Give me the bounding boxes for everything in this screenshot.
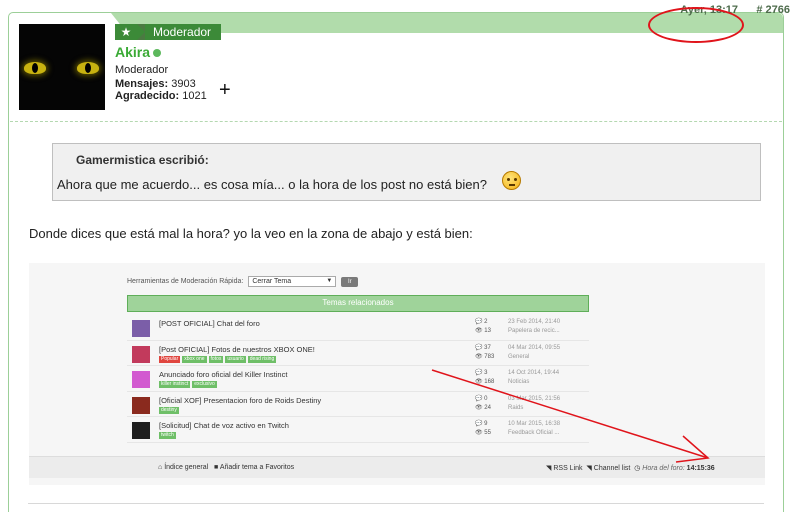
rank-label: Moderador — [145, 24, 222, 40]
username-link[interactable]: Akira — [115, 44, 150, 60]
rank-badge: ★ Moderador — [115, 24, 222, 40]
topic-stats: 💬 37 👁 783 — [475, 344, 495, 360]
topic-tag[interactable]: Popular — [159, 355, 181, 363]
topic-title[interactable]: [Solicitud] Chat de voz activo en Twitch — [159, 421, 289, 430]
topic-tag[interactable]: twitch — [159, 432, 176, 439]
embedded-screenshot: Herramientas de Moderación Rápida: Cerra… — [29, 263, 765, 485]
topic-title[interactable]: [Oficial XOF] Presentacion foro de Roids… — [159, 396, 321, 405]
rss-icon: ◥ — [546, 465, 552, 472]
add-favorite-link[interactable]: Añadir tema a Favoritos — [220, 464, 294, 471]
quote-author: Gamermistica escribió: — [76, 153, 209, 167]
topic-last-post: 10 Mar 2015, 16:38 Feedback Oficial ... — [508, 421, 561, 436]
plus-icon[interactable]: + — [219, 80, 231, 100]
embed-footer: ⌂ Índice general ■ Añadir tema a Favorit… — [29, 456, 765, 478]
topic-thumbnail — [132, 320, 150, 337]
topic-tag[interactable]: usuario — [225, 355, 246, 363]
chevron-right-icon — [137, 24, 145, 40]
footer-right-links: ◥ RSS Link ◥ Channel list ◷ Hora del for… — [546, 464, 715, 472]
board-index-link[interactable]: Índice general — [164, 464, 208, 471]
chevron-down-icon: ▼ — [326, 278, 333, 284]
topic-row[interactable]: [Oficial XOF] Presentacion foro de Roids… — [127, 392, 589, 417]
user-role: Moderador — [115, 64, 169, 76]
topic-thumbnail — [132, 371, 150, 388]
avatar-right-eye — [77, 62, 99, 74]
topic-tag[interactable]: xbox one — [182, 355, 207, 363]
thinking-emoji-icon — [502, 171, 521, 190]
moderation-go-button[interactable]: Ir — [341, 276, 359, 287]
topic-stats: 💬 2 👁 13 — [475, 319, 491, 334]
moderation-label: Herramientas de Moderación Rápida: — [127, 278, 244, 285]
topic-tag[interactable]: destiny — [159, 406, 179, 414]
bottom-divider — [28, 503, 764, 504]
topic-last-post: 04 Mar 2014, 09:55 General — [508, 344, 561, 360]
post-body-text: Donde dices que está mal la hora? yo la … — [29, 226, 473, 241]
user-thanks-count: Agradecido: 1021 — [115, 90, 207, 102]
topic-row[interactable]: [Post OFICIAL] Fotos de nuestros XBOX ON… — [127, 341, 589, 366]
topic-row[interactable]: Anunciado foro oficial del Killer Instin… — [127, 366, 589, 392]
topic-row[interactable]: [Solicitud] Chat de voz activo en Twitch… — [127, 417, 589, 443]
topic-tag[interactable]: killer instinct — [159, 381, 191, 388]
topic-tags: destiny — [159, 406, 179, 414]
topic-tag[interactable]: dead rising — [247, 355, 277, 363]
topic-last-post: 23 Feb 2014, 21:40 Papelera de recic... — [508, 319, 561, 334]
related-topics-header: Temas relacionados — [127, 295, 589, 312]
topic-stats: 💬 3 👁 168 — [475, 370, 495, 385]
topic-title[interactable]: [POST OFICIAL] Chat del foro — [159, 319, 260, 328]
topic-stats: 💬 9 👁 55 — [475, 421, 491, 436]
rss-link[interactable]: RSS Link — [553, 465, 582, 472]
moderation-tools: Herramientas de Moderación Rápida: Cerra… — [127, 276, 359, 287]
board-time-value: 14:15:36 — [686, 465, 715, 472]
quote-text: Ahora que me acuerdo... es cosa mía... o… — [57, 177, 487, 192]
topic-row[interactable]: [POST OFICIAL] Chat del foro 💬 2 👁 13 23… — [127, 315, 589, 341]
channel-list-link[interactable]: Channel list — [594, 465, 631, 472]
moderation-select[interactable]: Cerrar Tema ▼ — [248, 276, 337, 287]
avatar[interactable] — [19, 24, 105, 110]
avatar-left-eye — [24, 62, 46, 74]
topic-tag[interactable]: exclusivo — [192, 381, 217, 388]
topic-last-post: 14 Oct 2014, 19:44 Noticias — [508, 370, 560, 385]
footer-left-links: ⌂ Índice general ■ Añadir tema a Favorit… — [158, 464, 294, 471]
user-post-count: Mensajes: 3903 — [115, 78, 196, 90]
topic-thumbnail — [132, 345, 150, 363]
clock-icon: ◷ — [634, 465, 641, 472]
online-status-icon — [153, 49, 161, 57]
topic-title[interactable]: Anunciado foro oficial del Killer Instin… — [159, 370, 287, 379]
topic-tags: Popular xbox one fotos usuario dead risi… — [159, 355, 277, 363]
post-number[interactable]: # 2766 — [756, 4, 790, 16]
topic-stats: 💬 0 👁 24 — [475, 395, 491, 411]
star-icon: ★ — [115, 24, 137, 40]
topic-thumbnail — [132, 396, 150, 414]
profile-divider — [10, 121, 782, 122]
home-icon: ⌂ — [158, 464, 163, 471]
topic-tag[interactable]: fotos — [208, 355, 224, 363]
topic-last-post: 03 Mar 2015, 21:56 Raids — [508, 395, 561, 411]
annotation-circle — [648, 7, 744, 43]
topic-tags: twitch — [159, 432, 176, 439]
topic-title[interactable]: [Post OFICIAL] Fotos de nuestros XBOX ON… — [159, 345, 315, 354]
board-time-label: Hora del foro: — [642, 465, 685, 472]
quote-block: Gamermistica escribió: Ahora que me acue… — [52, 143, 761, 201]
bookmark-icon: ■ — [214, 464, 219, 471]
topic-tags: killer instinct exclusivo — [159, 381, 217, 388]
topic-thumbnail — [132, 422, 150, 439]
rss-icon: ◥ — [586, 465, 592, 472]
related-topic-list: [POST OFICIAL] Chat del foro 💬 2 👁 13 23… — [127, 315, 589, 443]
